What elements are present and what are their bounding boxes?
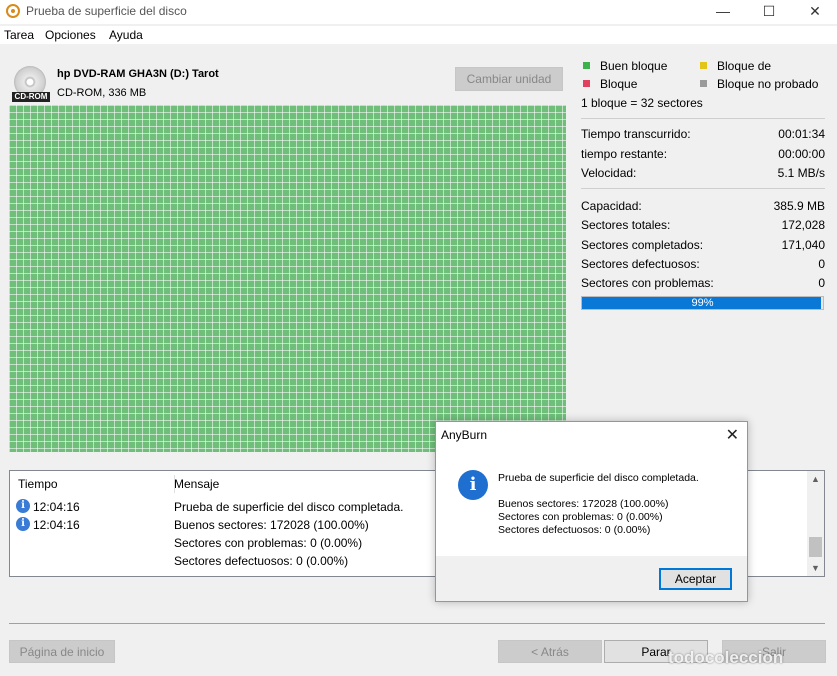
divider bbox=[581, 118, 825, 119]
log-continuation: Sectores defectuosos: 0 (0.00%) bbox=[174, 554, 349, 568]
completion-dialog: AnyBurn ✕ i Prueba de superficie del dis… bbox=[435, 421, 748, 602]
home-page-button[interactable]: Página de inicio bbox=[9, 640, 115, 663]
menu-opciones[interactable]: Opciones bbox=[45, 28, 96, 42]
legend-good: Buen bloque bbox=[583, 59, 667, 73]
log-time: 12:04:16 bbox=[33, 518, 80, 532]
menu-ayuda[interactable]: Ayuda bbox=[109, 28, 143, 42]
title-bar: Prueba de superficie del disco — ☐ ✕ bbox=[0, 0, 837, 24]
legend-untested: Bloque no probado bbox=[700, 77, 818, 91]
dialog-good-sectors: Buenos sectores: 172028 (100.00%) bbox=[498, 498, 669, 510]
scroll-thumb[interactable] bbox=[809, 537, 822, 557]
dialog-defective-sectors: Sectores defectuosos: 0 (0.00%) bbox=[498, 524, 651, 536]
maximize-button[interactable]: ☐ bbox=[746, 0, 792, 24]
log-time: 12:04:16 bbox=[33, 500, 80, 514]
block-map bbox=[9, 105, 566, 452]
legend-bad: Bloque bbox=[583, 77, 637, 91]
back-button[interactable]: < Atrás bbox=[498, 640, 602, 663]
app-icon bbox=[6, 4, 20, 18]
dialog-message: Prueba de superficie del disco completad… bbox=[498, 472, 699, 484]
watermark: todocoleccion bbox=[668, 648, 784, 667]
log-message: Buenos sectores: 172028 (100.00%) bbox=[174, 518, 369, 532]
window-title: Prueba de superficie del disco bbox=[26, 4, 187, 18]
progress-text: 99% bbox=[691, 297, 714, 309]
legend-delay-swatch bbox=[700, 62, 707, 69]
drive-badge: CD-ROM bbox=[12, 92, 50, 102]
block-size-info: 1 bloque = 32 sectores bbox=[581, 96, 703, 110]
divider bbox=[581, 188, 825, 189]
menu-tarea[interactable]: Tarea bbox=[4, 28, 34, 42]
progress-bar: 99% bbox=[581, 296, 824, 310]
drive-description: CD-ROM, 336 MB bbox=[57, 87, 147, 99]
dialog-close-icon[interactable]: ✕ bbox=[726, 425, 739, 445]
info-icon: i bbox=[16, 517, 30, 531]
legend-untested-swatch bbox=[700, 80, 707, 87]
log-scrollbar[interactable]: ▲ ▼ bbox=[807, 471, 824, 576]
dialog-title: AnyBurn bbox=[441, 428, 488, 442]
drive-name: hp DVD-RAM GHA3N (D:) Tarot bbox=[57, 68, 219, 80]
log-continuation: Sectores con problemas: 0 (0.00%) bbox=[174, 536, 363, 550]
legend-delay: Bloque de bbox=[700, 59, 771, 73]
accept-button[interactable]: Aceptar bbox=[659, 568, 732, 590]
scroll-up-icon[interactable]: ▲ bbox=[807, 471, 824, 487]
minimize-button[interactable]: — bbox=[700, 0, 746, 24]
legend-bad-swatch bbox=[583, 80, 590, 87]
footer-divider bbox=[9, 623, 825, 624]
column-time[interactable]: Tiempo bbox=[18, 477, 58, 491]
dialog-problem-sectors: Sectores con problemas: 0 (0.00%) bbox=[498, 511, 663, 523]
info-icon: i bbox=[16, 499, 30, 513]
info-icon: i bbox=[458, 470, 488, 500]
scroll-down-icon[interactable]: ▼ bbox=[807, 560, 824, 576]
menu-bar: Tarea Opciones Ayuda bbox=[0, 26, 837, 44]
cdrom-drive-icon: CD-ROM bbox=[12, 66, 50, 102]
log-message: Prueba de superficie del disco completad… bbox=[174, 500, 404, 514]
legend-good-swatch bbox=[583, 62, 590, 69]
change-drive-button[interactable]: Cambiar unidad bbox=[455, 67, 563, 91]
close-button[interactable]: ✕ bbox=[792, 0, 837, 24]
column-message[interactable]: Mensaje bbox=[174, 477, 219, 491]
